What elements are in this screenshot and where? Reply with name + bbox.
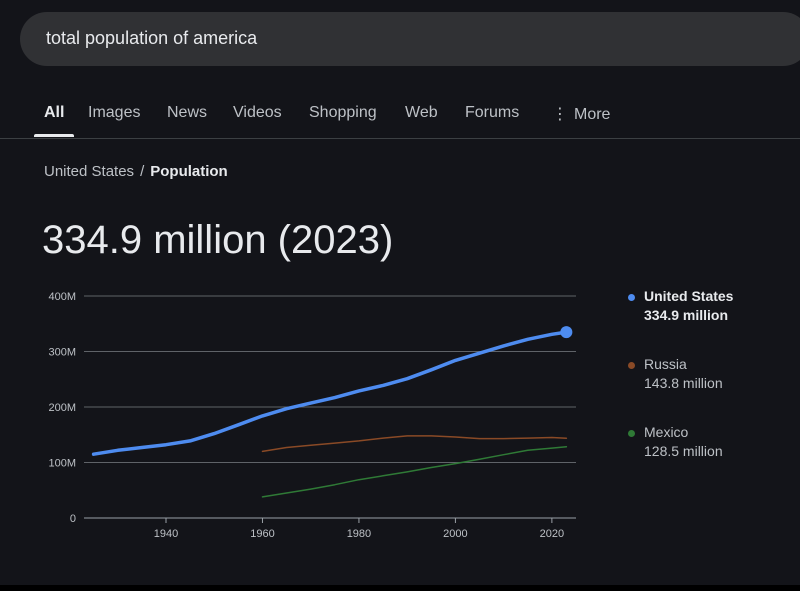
series-line-united-states xyxy=(91,330,569,456)
active-tab-indicator xyxy=(34,134,74,137)
tab-forums[interactable]: Forums xyxy=(465,104,519,122)
legend-value: 334.9 million xyxy=(644,307,729,323)
breadcrumb: United States / Population xyxy=(44,163,228,180)
x-tick-label: 2020 xyxy=(540,528,564,540)
population-line-chart: 0 100M 200M 300M 400M 1940 1960 1980 2000 2020 xyxy=(48,291,576,540)
series-line-russia xyxy=(261,435,568,453)
legend-marker-russia xyxy=(628,362,635,369)
y-tick-label: 0 xyxy=(70,513,76,525)
search-tabs: All Images News Videos Shopping Web Foru… xyxy=(0,96,800,139)
search-input[interactable]: total population of america xyxy=(46,28,257,49)
legend-value: 143.8 million xyxy=(644,375,723,391)
x-tick-label: 1980 xyxy=(347,528,371,540)
x-tick-label: 1960 xyxy=(250,528,274,540)
legend-marker-united-states xyxy=(628,294,635,301)
x-tick-label: 2000 xyxy=(443,528,467,540)
legend-value: 128.5 million xyxy=(644,443,723,459)
bottom-bar xyxy=(0,585,800,591)
breadcrumb-current: Population xyxy=(150,163,228,180)
vertical-dots-icon: ⋮ xyxy=(552,106,568,123)
legend-name: Russia xyxy=(644,356,687,372)
tab-news[interactable]: News xyxy=(167,104,207,122)
y-tick-label: 100M xyxy=(48,458,76,470)
y-tick-label: 300M xyxy=(48,347,76,359)
legend-name: Mexico xyxy=(644,424,689,440)
legend-marker-mexico xyxy=(628,430,635,437)
tab-web[interactable]: Web xyxy=(405,104,438,122)
breadcrumb-parent[interactable]: United States xyxy=(44,163,134,180)
tab-shopping[interactable]: Shopping xyxy=(309,104,377,122)
series-end-point-united-states xyxy=(560,326,573,339)
legend-name: United States xyxy=(644,288,734,304)
y-tick-label: 400M xyxy=(48,291,76,303)
population-headline: 334.9 million (2023) xyxy=(42,218,394,262)
tab-videos[interactable]: Videos xyxy=(233,104,282,122)
breadcrumb-separator: / xyxy=(140,163,145,180)
x-tick-label: 1940 xyxy=(154,528,178,540)
y-tick-label: 200M xyxy=(48,402,76,414)
tab-more-label: More xyxy=(574,106,611,123)
search-bar[interactable]: total population of america xyxy=(20,12,800,66)
tab-all[interactable]: All xyxy=(44,104,64,122)
series-line-mexico xyxy=(261,445,568,498)
tab-images[interactable]: Images xyxy=(88,104,140,122)
tab-more[interactable]: ⋮ More xyxy=(552,104,610,124)
